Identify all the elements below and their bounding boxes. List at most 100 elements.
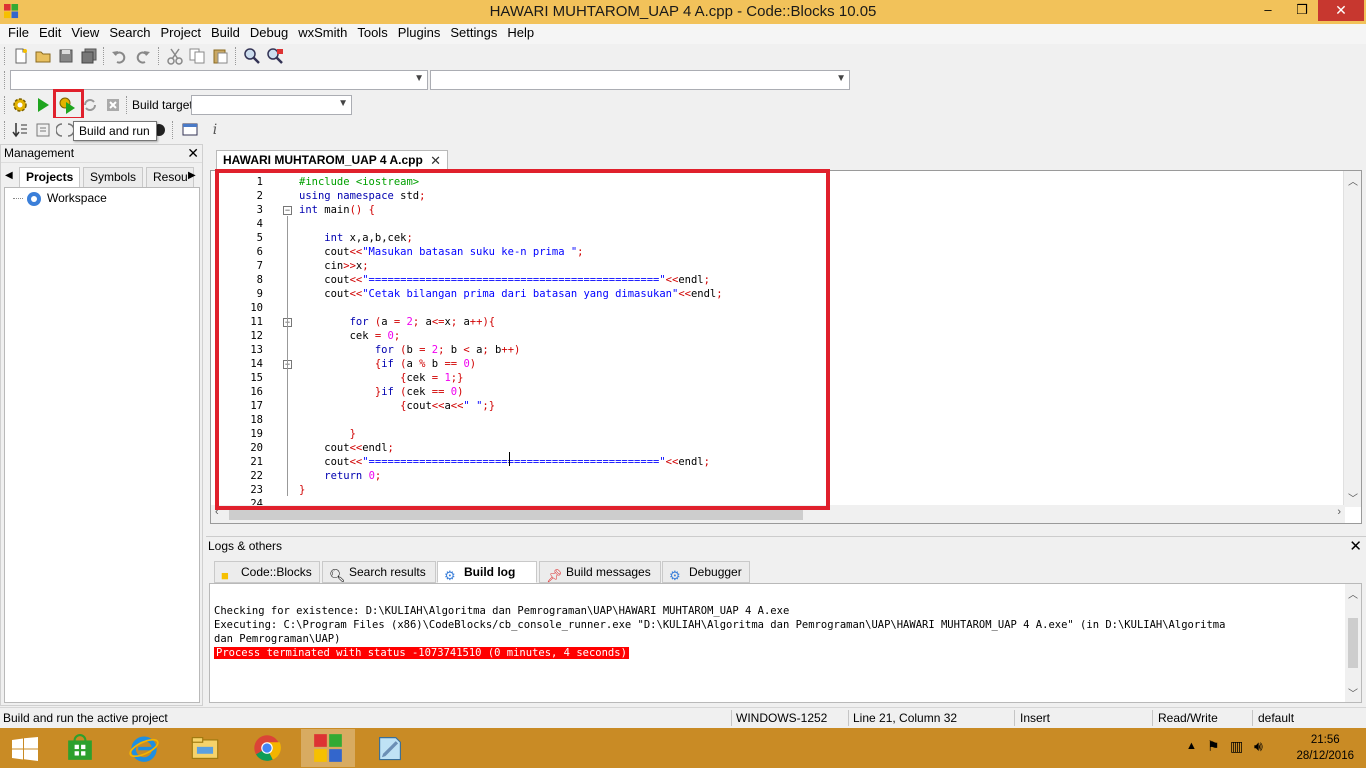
menu-wxsmith[interactable]: wxSmith	[293, 24, 352, 44]
replace-icon[interactable]	[266, 47, 284, 65]
tab-symbols[interactable]: Symbols	[83, 167, 144, 187]
close-tab-icon[interactable]: ✕	[430, 151, 441, 170]
close-button[interactable]: ✕	[1318, 0, 1364, 21]
tab-resources[interactable]: Resou	[146, 167, 194, 187]
info-icon[interactable]: i	[206, 121, 224, 139]
menu-edit[interactable]: Edit	[34, 24, 66, 44]
toolbar-grip[interactable]	[235, 47, 238, 65]
management-title: Management	[1, 145, 202, 163]
scroll-up-icon[interactable]: ︿	[1348, 173, 1358, 188]
taskbar-clock[interactable]: 21:56 28/12/2016	[1296, 732, 1354, 764]
tab-scroll-left-icon[interactable]: ◀	[5, 170, 13, 181]
scroll-up-icon[interactable]: ︿	[1348, 586, 1358, 601]
editor-tab[interactable]: HAWARI MUHTAROM_UAP 4 A.cpp ✕	[216, 150, 448, 170]
network-icon[interactable]: ▥	[1230, 738, 1243, 755]
menu-tools[interactable]: Tools	[352, 24, 392, 44]
menu-file[interactable]: File	[3, 24, 34, 44]
menu-debug[interactable]: Debug	[245, 24, 293, 44]
menu-settings[interactable]: Settings	[445, 24, 502, 44]
action-center-icon[interactable]: ⚑	[1207, 738, 1220, 755]
toolbar-grip[interactable]	[172, 121, 175, 139]
tab-codeblocks-log[interactable]: ■ Code::Blocks	[214, 561, 320, 583]
tab-build-log[interactable]: ⚙Build log✕	[437, 561, 554, 583]
chevron-down-icon: ▼	[414, 73, 424, 84]
run-icon[interactable]	[34, 96, 52, 114]
status-message: Build and run the active project	[3, 711, 168, 725]
title-bar: HAWARI MUHTAROM_UAP 4 A.cpp - Code::Bloc…	[0, 0, 1366, 24]
toolbar-grip[interactable]	[4, 121, 7, 139]
menu-project[interactable]: Project	[156, 24, 206, 44]
debug-next-line-icon[interactable]	[34, 121, 52, 139]
menu-help[interactable]: Help	[502, 24, 539, 44]
internet-explorer-icon[interactable]	[117, 729, 171, 767]
tab-label: Code::Blocks	[241, 565, 312, 579]
build-log-output[interactable]: Checking for existence: D:\KULIAH\Algori…	[209, 583, 1362, 703]
tab-search-results[interactable]: 🔍︎ Search results	[322, 561, 436, 583]
tab-projects[interactable]: Projects	[19, 167, 81, 187]
log-line: dan Pemrograman\UAP)	[214, 633, 341, 645]
undo-icon[interactable]	[110, 47, 128, 65]
debug-step-into-icon[interactable]	[56, 121, 74, 139]
copy-icon[interactable]	[188, 47, 206, 65]
status-position: Line 21, Column 32	[853, 711, 958, 725]
toolbar-grip[interactable]	[103, 47, 106, 65]
log-line: Executing: C:\Program Files (x86)\CodeBl…	[214, 619, 1226, 631]
log-vertical-scrollbar[interactable]: ︿ ﹀	[1345, 584, 1361, 702]
save-icon[interactable]	[57, 47, 75, 65]
maximize-button[interactable]: ❒	[1286, 0, 1318, 21]
codeblocks-taskbar-icon[interactable]	[301, 729, 355, 767]
volume-icon[interactable]: 🔊︎	[1254, 738, 1263, 755]
highlight-code-region	[215, 169, 830, 510]
notepad-icon[interactable]	[363, 729, 417, 767]
menu-view[interactable]: View	[66, 24, 104, 44]
file-explorer-icon[interactable]	[178, 729, 232, 767]
tree-item-workspace[interactable]: Workspace	[47, 191, 107, 205]
status-separator	[1014, 710, 1015, 726]
chrome-icon[interactable]	[240, 729, 294, 767]
scope-combo[interactable]: ▼	[10, 70, 428, 90]
horizontal-scroll-thumb[interactable]	[229, 509, 803, 520]
cut-icon[interactable]	[166, 47, 184, 65]
toolbar-grip[interactable]	[4, 96, 7, 114]
start-windows-icon[interactable]	[12, 737, 38, 761]
function-combo[interactable]: ▼	[430, 70, 850, 90]
chevron-down-icon: ▼	[338, 98, 348, 109]
log-scroll-thumb[interactable]	[1348, 618, 1358, 668]
store-icon[interactable]	[53, 729, 107, 767]
menu-build[interactable]: Build	[206, 24, 245, 44]
tab-scroll-right-icon[interactable]: ▶	[188, 170, 196, 181]
debug-run-to-cursor-icon[interactable]	[11, 121, 29, 139]
menu-plugins[interactable]: Plugins	[393, 24, 446, 44]
status-separator	[1152, 710, 1153, 726]
toolbar-grip[interactable]	[158, 47, 161, 65]
management-close-button[interactable]: ✕	[187, 145, 199, 161]
scroll-right-icon[interactable]: ›	[1337, 506, 1341, 518]
build-gear-icon[interactable]	[11, 96, 29, 114]
status-separator	[1252, 710, 1253, 726]
save-all-icon[interactable]	[80, 47, 98, 65]
paste-icon[interactable]	[211, 47, 229, 65]
status-mode: Insert	[1020, 711, 1051, 725]
tab-build-messages[interactable]: 📌︎ Build messages	[539, 561, 661, 583]
redo-icon[interactable]	[134, 47, 152, 65]
debug-windows-icon[interactable]	[181, 121, 199, 139]
workspace-icon	[27, 192, 41, 206]
new-file-icon[interactable]	[12, 47, 30, 65]
tab-label: Debugger	[689, 565, 742, 579]
abort-icon[interactable]	[104, 96, 122, 114]
vertical-scrollbar[interactable]: ︿ ﹀	[1343, 171, 1361, 507]
open-icon[interactable]	[34, 47, 52, 65]
toolbar-grip[interactable]	[4, 47, 7, 65]
minimize-button[interactable]: –	[1254, 0, 1282, 21]
logs-close-button[interactable]: ✕	[1349, 537, 1362, 555]
highlight-build-and-run	[53, 89, 84, 120]
toolbar-grip[interactable]	[4, 71, 7, 89]
toolbar-grip[interactable]	[126, 96, 129, 114]
scroll-down-icon[interactable]: ﹀	[1348, 490, 1358, 505]
menu-search[interactable]: Search	[104, 24, 155, 44]
tab-debugger[interactable]: ⚙ Debugger	[662, 561, 750, 583]
build-target-combo[interactable]: ▼	[191, 95, 352, 115]
find-icon[interactable]	[243, 47, 261, 65]
show-hidden-icons-icon[interactable]: ▲	[1186, 740, 1197, 752]
scroll-down-icon[interactable]: ﹀	[1348, 685, 1358, 700]
